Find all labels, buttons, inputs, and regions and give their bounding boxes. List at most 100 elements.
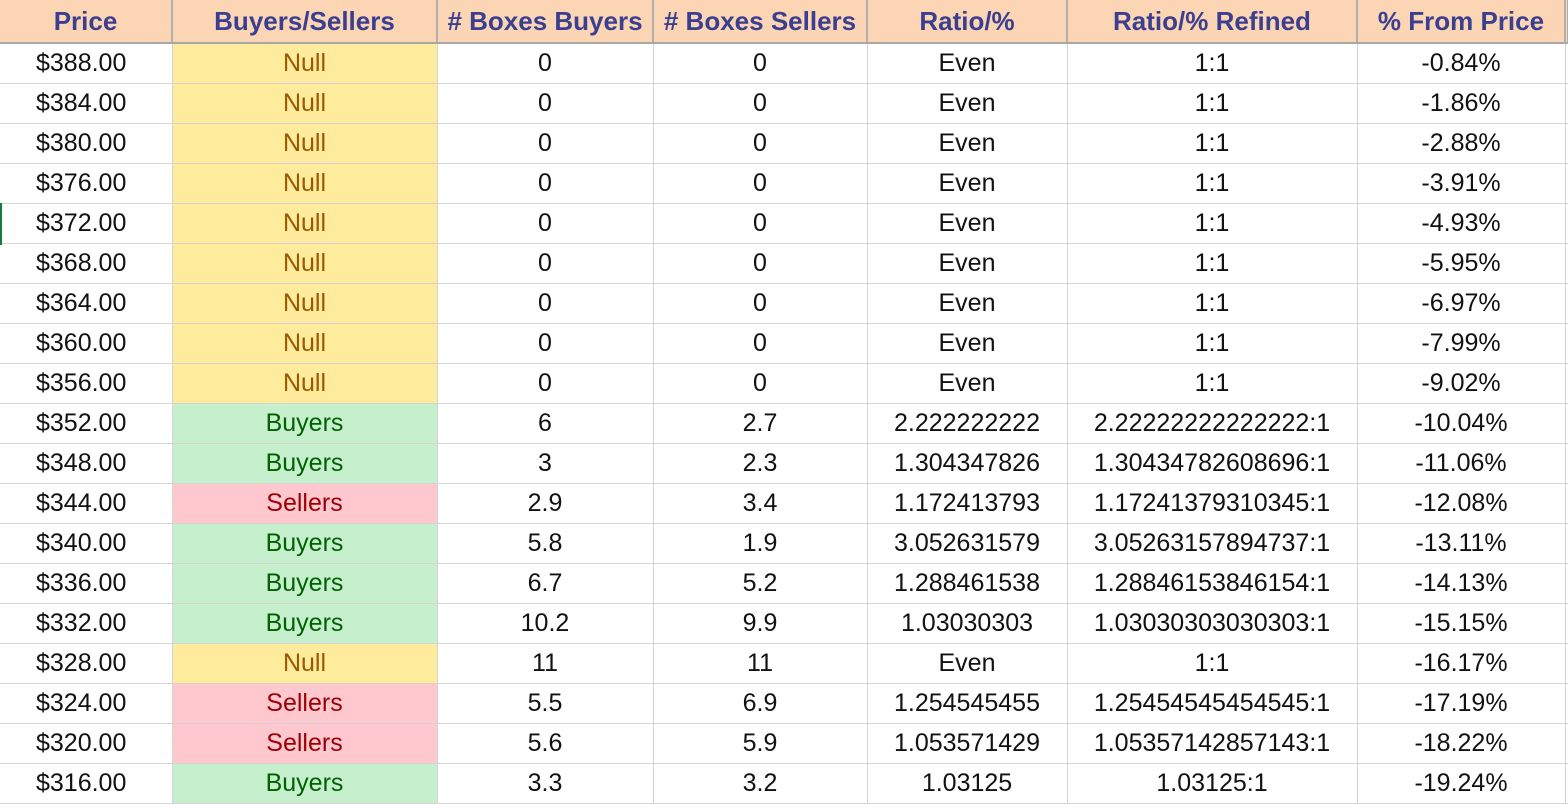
- cell-boxes-buyers[interactable]: 0: [437, 283, 654, 324]
- cell-ratio[interactable]: Even: [867, 83, 1068, 124]
- cell-ratio-refined[interactable]: 1:1: [1067, 243, 1358, 284]
- cell-boxes-buyers[interactable]: 0: [437, 323, 654, 364]
- cell-from-price[interactable]: -12.08%: [1357, 483, 1566, 524]
- cell-buyers-sellers[interactable]: Sellers: [172, 723, 438, 764]
- cell-boxes-buyers[interactable]: 0: [437, 243, 654, 284]
- cell-buyers-sellers[interactable]: Buyers: [172, 563, 438, 604]
- header-price[interactable]: Price: [0, 0, 173, 44]
- cell-boxes-sellers[interactable]: 5.2: [653, 563, 868, 604]
- cell-boxes-buyers[interactable]: 0: [437, 163, 654, 204]
- cell-boxes-buyers[interactable]: 6: [437, 403, 654, 444]
- cell-ratio[interactable]: Even: [867, 243, 1068, 284]
- cell-ratio[interactable]: Even: [867, 203, 1068, 244]
- cell-boxes-sellers[interactable]: 11: [653, 643, 868, 684]
- cell-from-price[interactable]: -7.99%: [1357, 323, 1566, 364]
- cell-price[interactable]: $320.00: [0, 723, 173, 764]
- cell-boxes-sellers[interactable]: 0: [653, 83, 868, 124]
- cell-ratio[interactable]: 1.172413793: [867, 483, 1068, 524]
- cell-buyers-sellers[interactable]: Null: [172, 163, 438, 204]
- cell-ratio[interactable]: Even: [867, 283, 1068, 324]
- header-ratio[interactable]: Ratio/%: [867, 0, 1068, 44]
- cell-from-price[interactable]: -5.95%: [1357, 243, 1566, 284]
- cell-ratio[interactable]: 3.052631579: [867, 523, 1068, 564]
- cell-ratio-refined[interactable]: 1.30434782608696:1: [1067, 443, 1358, 484]
- cell-buyers-sellers[interactable]: Sellers: [172, 683, 438, 724]
- cell-price[interactable]: $316.00: [0, 763, 173, 804]
- cell-from-price[interactable]: -19.24%: [1357, 763, 1566, 804]
- cell-price[interactable]: $368.00: [0, 243, 173, 284]
- cell-boxes-buyers[interactable]: 0: [437, 43, 654, 84]
- cell-ratio-refined[interactable]: 1:1: [1067, 163, 1358, 204]
- cell-boxes-sellers[interactable]: 2.3: [653, 443, 868, 484]
- cell-boxes-buyers[interactable]: 0: [437, 123, 654, 164]
- cell-boxes-buyers[interactable]: 0: [437, 363, 654, 404]
- cell-ratio-refined[interactable]: 1:1: [1067, 363, 1358, 404]
- cell-ratio[interactable]: Even: [867, 123, 1068, 164]
- cell-boxes-sellers[interactable]: 1.9: [653, 523, 868, 564]
- cell-ratio[interactable]: 1.288461538: [867, 563, 1068, 604]
- cell-price[interactable]: $348.00: [0, 443, 173, 484]
- cell-from-price[interactable]: -18.22%: [1357, 723, 1566, 764]
- cell-price[interactable]: $372.00: [0, 203, 173, 244]
- cell-ratio[interactable]: 1.304347826: [867, 443, 1068, 484]
- cell-buyers-sellers[interactable]: Null: [172, 283, 438, 324]
- cell-price[interactable]: $332.00: [0, 603, 173, 644]
- header-buyers-sellers[interactable]: Buyers/Sellers: [172, 0, 438, 44]
- cell-buyers-sellers[interactable]: Null: [172, 323, 438, 364]
- cell-price[interactable]: $340.00: [0, 523, 173, 564]
- cell-ratio[interactable]: Even: [867, 363, 1068, 404]
- cell-from-price[interactable]: -17.19%: [1357, 683, 1566, 724]
- cell-from-price[interactable]: -15.15%: [1357, 603, 1566, 644]
- cell-boxes-sellers[interactable]: 2.7: [653, 403, 868, 444]
- cell-ratio-refined[interactable]: 1.03030303030303:1: [1067, 603, 1358, 644]
- cell-ratio[interactable]: 1.03125: [867, 763, 1068, 804]
- cell-price[interactable]: $360.00: [0, 323, 173, 364]
- cell-boxes-buyers[interactable]: 5.5: [437, 683, 654, 724]
- cell-boxes-buyers[interactable]: 0: [437, 83, 654, 124]
- cell-ratio-refined[interactable]: 1.03125:1: [1067, 763, 1358, 804]
- cell-ratio[interactable]: Even: [867, 43, 1068, 84]
- cell-from-price[interactable]: -4.93%: [1357, 203, 1566, 244]
- cell-ratio[interactable]: 1.053571429: [867, 723, 1068, 764]
- cell-boxes-sellers[interactable]: 5.9: [653, 723, 868, 764]
- cell-from-price[interactable]: -14.13%: [1357, 563, 1566, 604]
- cell-ratio-refined[interactable]: 1.05357142857143:1: [1067, 723, 1358, 764]
- cell-from-price[interactable]: -10.04%: [1357, 403, 1566, 444]
- cell-ratio-refined[interactable]: 2.22222222222222:1: [1067, 403, 1358, 444]
- cell-from-price[interactable]: -16.17%: [1357, 643, 1566, 684]
- cell-price[interactable]: $344.00: [0, 483, 173, 524]
- cell-ratio-refined[interactable]: 1:1: [1067, 123, 1358, 164]
- cell-ratio-refined[interactable]: 1:1: [1067, 83, 1358, 124]
- cell-boxes-sellers[interactable]: 3.4: [653, 483, 868, 524]
- cell-from-price[interactable]: -9.02%: [1357, 363, 1566, 404]
- cell-boxes-sellers[interactable]: 3.2: [653, 763, 868, 804]
- cell-boxes-sellers[interactable]: 0: [653, 123, 868, 164]
- cell-price[interactable]: $352.00: [0, 403, 173, 444]
- header-ratio-refined[interactable]: Ratio/% Refined: [1067, 0, 1358, 44]
- cell-price[interactable]: $384.00: [0, 83, 173, 124]
- cell-buyers-sellers[interactable]: Sellers: [172, 483, 438, 524]
- cell-buyers-sellers[interactable]: Null: [172, 243, 438, 284]
- cell-price[interactable]: $380.00: [0, 123, 173, 164]
- cell-boxes-buyers[interactable]: 5.8: [437, 523, 654, 564]
- cell-ratio-refined[interactable]: 1:1: [1067, 643, 1358, 684]
- cell-ratio-refined[interactable]: 1:1: [1067, 43, 1358, 84]
- cell-boxes-buyers[interactable]: 3.3: [437, 763, 654, 804]
- cell-ratio[interactable]: 1.254545455: [867, 683, 1068, 724]
- cell-buyers-sellers[interactable]: Buyers: [172, 763, 438, 804]
- cell-boxes-sellers[interactable]: 0: [653, 363, 868, 404]
- cell-boxes-buyers[interactable]: 5.6: [437, 723, 654, 764]
- cell-ratio-refined[interactable]: 1.28846153846154:1: [1067, 563, 1358, 604]
- cell-boxes-buyers[interactable]: 0: [437, 203, 654, 244]
- header-from-price[interactable]: % From Price: [1357, 0, 1566, 44]
- cell-boxes-sellers[interactable]: 0: [653, 283, 868, 324]
- cell-ratio[interactable]: 1.03030303: [867, 603, 1068, 644]
- cell-ratio[interactable]: Even: [867, 323, 1068, 364]
- cell-boxes-sellers[interactable]: 0: [653, 43, 868, 84]
- header-boxes-buyers[interactable]: # Boxes Buyers: [437, 0, 654, 44]
- cell-boxes-sellers[interactable]: 0: [653, 323, 868, 364]
- cell-from-price[interactable]: -3.91%: [1357, 163, 1566, 204]
- cell-buyers-sellers[interactable]: Buyers: [172, 403, 438, 444]
- cell-boxes-buyers[interactable]: 6.7: [437, 563, 654, 604]
- cell-price[interactable]: $364.00: [0, 283, 173, 324]
